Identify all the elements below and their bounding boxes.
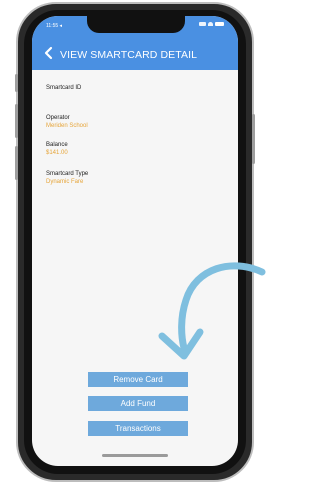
volume-down-button — [15, 146, 18, 180]
field-label: Balance — [46, 142, 68, 148]
battery-icon — [215, 22, 224, 26]
transactions-button[interactable]: Transactions — [88, 421, 188, 436]
field-value: $141.00 — [46, 150, 68, 156]
signal-icon — [199, 22, 206, 26]
mute-switch — [15, 74, 18, 92]
field-operator: Operator Meriden School — [46, 115, 88, 129]
field-smartcard-id: Smartcard ID — [46, 85, 81, 93]
status-time: 11:55 ◂ — [46, 23, 63, 29]
field-label: Smartcard ID — [46, 85, 82, 91]
wifi-icon — [208, 22, 213, 26]
power-button — [252, 114, 255, 164]
field-value: Meriden School — [46, 123, 88, 129]
notch — [87, 16, 185, 33]
chevron-left-icon — [44, 46, 53, 60]
back-button[interactable] — [42, 46, 56, 60]
field-value: Dynamic Fare — [46, 179, 84, 185]
phone-screen: 11:55 ◂ VIEW SMARTCARD DETAIL Smartcard … — [32, 16, 238, 466]
home-indicator — [102, 454, 168, 457]
field-label: Smartcard Type — [46, 171, 89, 177]
add-fund-button[interactable]: Add Fund — [88, 396, 188, 411]
field-label: Operator — [46, 115, 70, 121]
status-icons — [199, 22, 224, 26]
volume-up-button — [15, 104, 18, 138]
page-title: VIEW SMARTCARD DETAIL — [60, 49, 198, 61]
field-balance: Balance $141.00 — [46, 142, 68, 156]
field-smartcard-type: Smartcard Type Dynamic Fare — [46, 171, 88, 185]
remove-card-button[interactable]: Remove Card — [88, 372, 188, 387]
